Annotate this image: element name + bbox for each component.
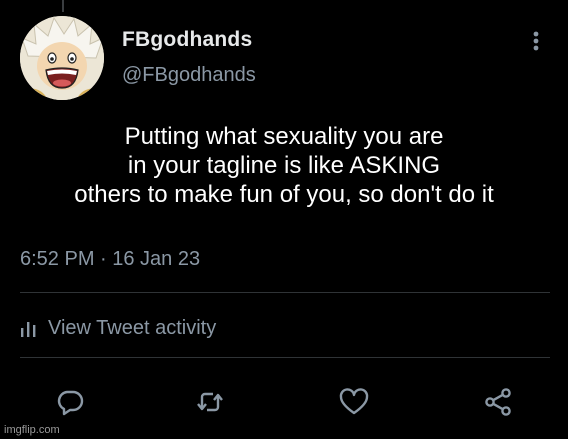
like-button[interactable] [338, 386, 370, 418]
more-vertical-icon[interactable] [526, 28, 546, 54]
heart-icon [339, 388, 369, 415]
tweet-text: Putting what sexuality you are in your t… [0, 122, 568, 209]
display-name[interactable]: FBgodhands [122, 28, 252, 52]
avatar[interactable] [20, 16, 104, 100]
tweet-timestamp[interactable]: 6:52 PM · 16 Jan 23 [20, 248, 200, 271]
reply-icon [57, 390, 84, 416]
bar-chart-icon [21, 322, 36, 337]
user-handle[interactable]: @FBgodhands [122, 64, 256, 87]
reply-button[interactable] [54, 386, 86, 418]
divider [20, 292, 550, 293]
tweet-action-bar [0, 382, 568, 422]
tweet-text-line: in your tagline is like ASKING [127, 152, 441, 179]
retweet-icon [197, 392, 223, 412]
avatar-image [20, 16, 104, 100]
tweet-text-line: Putting what sexuality you are [124, 123, 444, 150]
thread-connector-line [62, 0, 64, 12]
share-icon [485, 388, 511, 416]
tweet-text-line: others to make fun of you, so don't do i… [74, 181, 494, 208]
watermark: imgflip.com [4, 424, 60, 436]
retweet-button[interactable] [194, 386, 226, 418]
share-button[interactable] [482, 386, 514, 418]
view-tweet-activity-link[interactable]: View Tweet activity [20, 314, 216, 342]
divider [20, 357, 550, 358]
view-tweet-activity-label: View Tweet activity [48, 316, 217, 339]
